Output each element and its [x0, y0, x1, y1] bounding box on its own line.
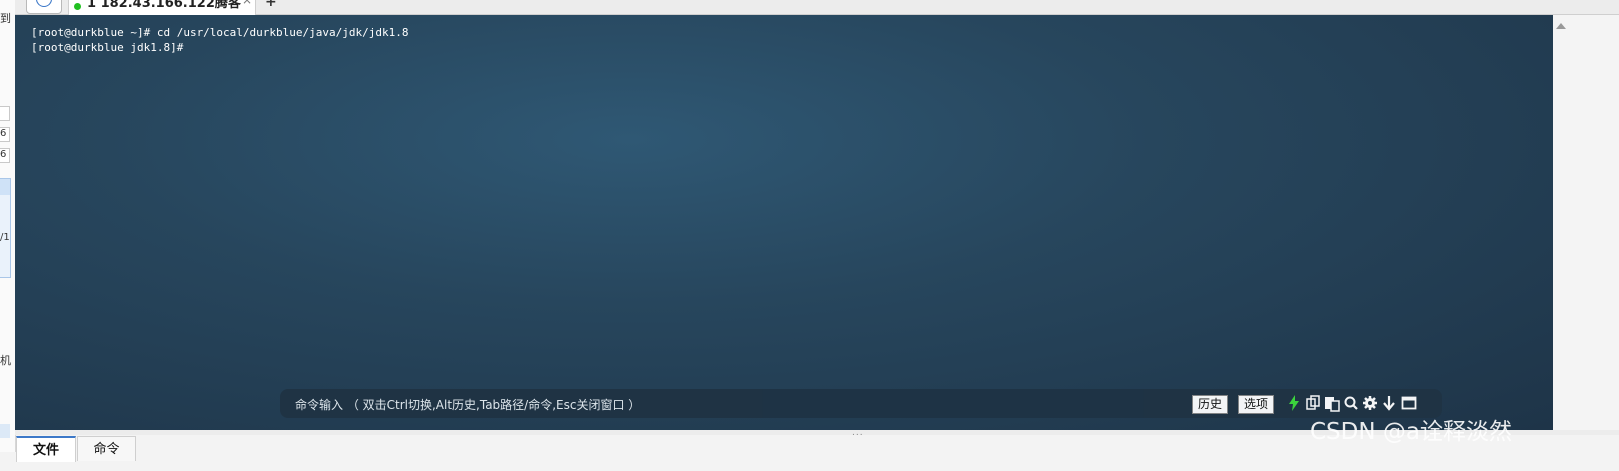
- left-side-panel: 到 6 6 /1 机: [0, 0, 16, 452]
- tab-commands[interactable]: 命令: [77, 436, 136, 461]
- maximize-icon[interactable]: [1401, 394, 1417, 412]
- search-icon[interactable]: [1343, 394, 1359, 412]
- scroll-up-icon[interactable]: [1556, 20, 1566, 30]
- session-tab-label: 1 182.43.166.122腾客: [87, 0, 241, 11]
- close-icon[interactable]: ×: [242, 0, 252, 7]
- command-input-bar[interactable]: 命令输入 （ 双击Ctrl切换,Alt历史,Tab路径/命令,Esc关闭窗口 ）…: [280, 389, 1442, 418]
- watermark: CSDN @a诠释淡然: [1310, 419, 1512, 445]
- terminal-line: [root@durkblue ~]# cd /usr/local/durkblu…: [31, 26, 409, 39]
- terminal-line: [root@durkblue jdk1.8]#: [31, 41, 184, 54]
- add-tab-icon[interactable]: +: [265, 0, 277, 10]
- left-panel-input[interactable]: [0, 106, 10, 121]
- left-panel-highlight: [0, 424, 10, 438]
- left-panel-fragment: 6: [0, 149, 7, 160]
- session-tab-strip: 1 182.43.166.122腾客 × +: [15, 0, 1619, 15]
- history-button[interactable]: 历史: [1192, 395, 1229, 414]
- tab-files[interactable]: 文件: [16, 436, 76, 462]
- left-panel-fragment: 到: [0, 12, 11, 25]
- paste-icon[interactable]: [1324, 394, 1340, 412]
- left-panel-fragment: 机: [0, 354, 11, 367]
- session-manager-icon[interactable]: [26, 0, 62, 14]
- terminal-scrollbar[interactable]: [1553, 15, 1619, 430]
- terminal-output[interactable]: [root@durkblue ~]# cd /usr/local/durkblu…: [15, 15, 1553, 430]
- gear-icon[interactable]: [1362, 394, 1378, 412]
- connected-status-icon: [74, 3, 81, 10]
- left-panel-list[interactable]: [0, 178, 11, 278]
- command-input-placeholder[interactable]: 命令输入 （ 双击Ctrl切换,Alt历史,Tab路径/命令,Esc关闭窗口 ）: [295, 396, 640, 413]
- left-panel-fragment: /1: [0, 232, 10, 243]
- options-button[interactable]: 选项: [1238, 395, 1275, 414]
- lightning-icon[interactable]: [1286, 394, 1302, 412]
- download-icon[interactable]: [1381, 394, 1397, 412]
- left-panel-fragment: 6: [0, 128, 7, 139]
- copy-icon[interactable]: [1305, 394, 1321, 412]
- splitter-grip-icon[interactable]: ...: [852, 428, 864, 438]
- session-tab[interactable]: 1 182.43.166.122腾客 ×: [68, 0, 256, 15]
